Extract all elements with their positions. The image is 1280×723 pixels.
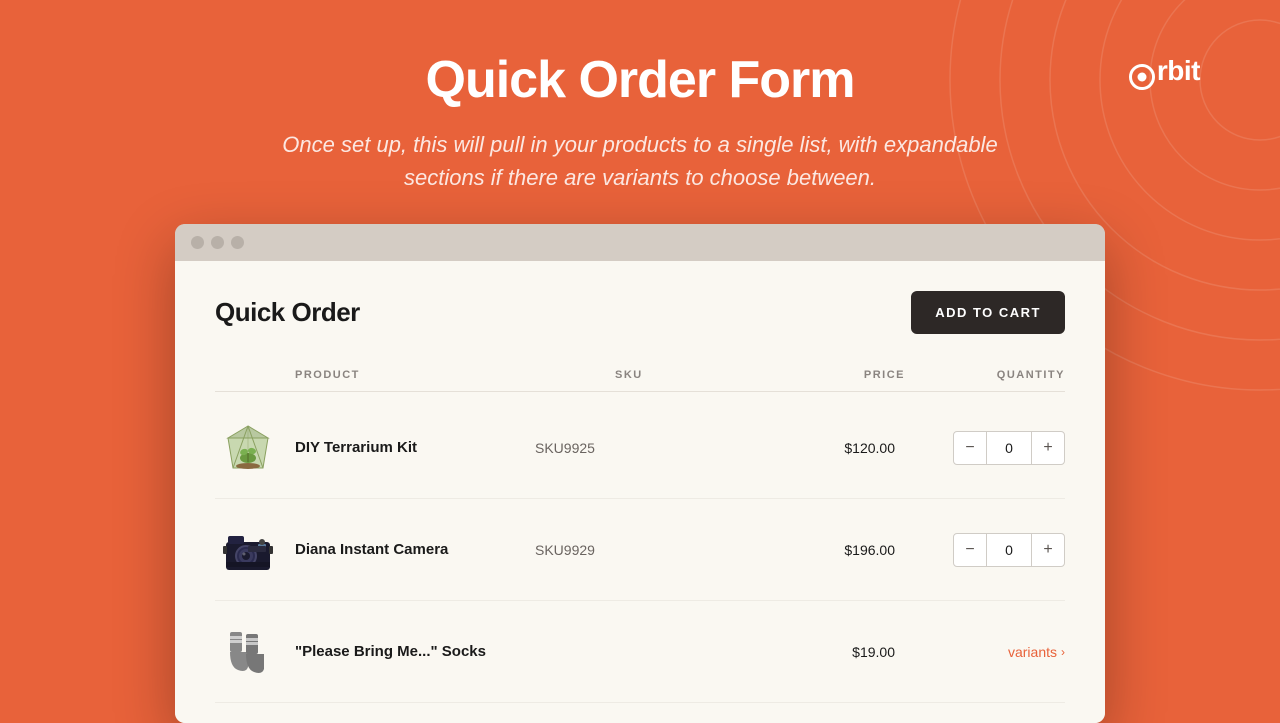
table-row: Diana Instant Camera SKU9929 $196.00 − 0… bbox=[215, 499, 1065, 601]
page-subtitle: Once set up, this will pull in your prod… bbox=[260, 128, 1020, 194]
qty-increase-1[interactable]: + bbox=[1031, 431, 1065, 465]
order-header: Quick Order ADD TO CART bbox=[215, 291, 1065, 334]
quantity-control-2: − 0 + bbox=[905, 533, 1065, 567]
qty-decrease-2[interactable]: − bbox=[953, 533, 987, 567]
product-name-2: Diana Instant Camera bbox=[295, 541, 535, 558]
product-image-socks bbox=[215, 619, 280, 684]
product-sku-2: SKU9929 bbox=[535, 542, 775, 558]
browser-dot-red bbox=[191, 236, 204, 249]
qty-value-1: 0 bbox=[987, 431, 1031, 465]
browser-window: Quick Order ADD TO CART PRODUCT SKU PRIC… bbox=[175, 224, 1105, 723]
product-table: PRODUCT SKU PRICE QUANTITY bbox=[215, 369, 1065, 703]
header-section: Quick Order Form Once set up, this will … bbox=[260, 50, 1020, 194]
table-row: DIY Terrarium Kit SKU9925 $120.00 − 0 + bbox=[215, 397, 1065, 499]
page-title: Quick Order Form bbox=[260, 50, 1020, 110]
product-price-3: $19.00 bbox=[775, 644, 905, 660]
browser-content: Quick Order ADD TO CART PRODUCT SKU PRIC… bbox=[175, 261, 1105, 723]
product-name-1: DIY Terrarium Kit bbox=[295, 439, 535, 456]
qty-value-2: 0 bbox=[987, 533, 1031, 567]
qty-decrease-1[interactable]: − bbox=[953, 431, 987, 465]
variants-arrow-icon: › bbox=[1061, 645, 1065, 659]
order-title: Quick Order bbox=[215, 297, 360, 328]
browser-dot-yellow bbox=[211, 236, 224, 249]
col-price-header: PRICE bbox=[775, 369, 905, 381]
variants-label: variants bbox=[1008, 644, 1057, 660]
browser-dot-green bbox=[231, 236, 244, 249]
product-price-2: $196.00 bbox=[775, 542, 905, 558]
quantity-control-1: − 0 + bbox=[905, 431, 1065, 465]
product-image-camera bbox=[215, 517, 280, 582]
col-quantity-header: QUANTITY bbox=[905, 369, 1065, 381]
product-sku-1: SKU9925 bbox=[535, 440, 775, 456]
product-price-1: $120.00 bbox=[775, 440, 905, 456]
product-name-3: "Please Bring Me..." Socks bbox=[295, 643, 535, 660]
table-row: "Please Bring Me..." Socks $19.00 varian… bbox=[215, 601, 1065, 703]
col-sku-header: SKU bbox=[615, 369, 775, 381]
table-header: PRODUCT SKU PRICE QUANTITY bbox=[215, 369, 1065, 392]
qty-increase-2[interactable]: + bbox=[1031, 533, 1065, 567]
browser-bar bbox=[175, 224, 1105, 261]
variants-link-3[interactable]: variants › bbox=[905, 644, 1065, 660]
add-to-cart-button[interactable]: ADD TO CART bbox=[911, 291, 1065, 334]
col-product-header: PRODUCT bbox=[295, 369, 615, 381]
product-image-terrarium bbox=[215, 415, 280, 480]
